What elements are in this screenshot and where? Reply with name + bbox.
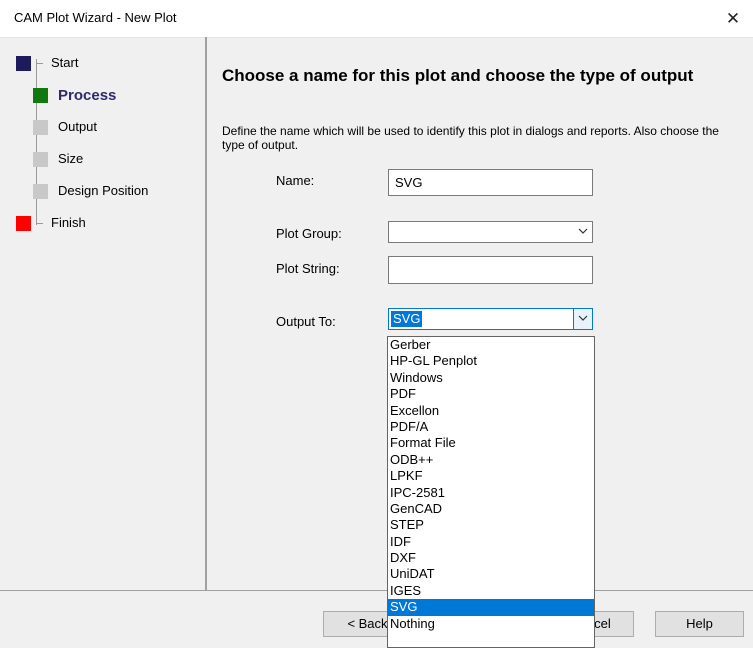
step-marker-size	[33, 152, 48, 167]
output-option[interactable]: IPC-2581	[388, 485, 594, 501]
name-label: Name:	[276, 173, 315, 188]
step-marker-design-position	[33, 184, 48, 199]
output-to-select[interactable]: SVG	[388, 308, 593, 330]
output-option[interactable]: UniDAT	[388, 566, 594, 582]
name-input[interactable]: SVG	[388, 169, 593, 196]
step-label-design-position: Design Position	[58, 183, 149, 198]
output-option[interactable]: Excellon	[388, 403, 594, 419]
output-option[interactable]: SVG	[388, 599, 594, 616]
plot-string-input[interactable]	[388, 256, 593, 284]
page-title: Choose a name for this plot and choose t…	[222, 66, 694, 85]
output-option[interactable]: Windows	[388, 370, 594, 386]
output-option[interactable]: IGES	[388, 583, 594, 599]
title-bar: CAM Plot Wizard - New Plot ✕	[0, 0, 753, 38]
output-to-value: SVG	[391, 311, 423, 327]
step-label-finish: Finish	[51, 215, 86, 230]
output-to-label: Output To:	[276, 314, 336, 329]
step-label-size: Size	[58, 151, 84, 166]
step-label-process: Process	[58, 87, 117, 104]
step-connector	[36, 59, 37, 225]
output-option[interactable]: PDF/A	[388, 419, 594, 435]
step-tick	[36, 63, 43, 64]
output-option[interactable]: STEP	[388, 517, 594, 533]
step-marker-start	[16, 56, 31, 71]
plot-string-label: Plot String:	[276, 261, 340, 276]
step-marker-finish	[16, 216, 31, 231]
close-icon[interactable]: ✕	[713, 0, 753, 37]
step-label-output: Output	[58, 119, 98, 134]
output-option[interactable]: ODB++	[388, 452, 594, 468]
output-option[interactable]: IDF	[388, 534, 594, 550]
output-option[interactable]: GenCAD	[388, 501, 594, 517]
chevron-down-icon[interactable]	[574, 222, 592, 242]
button-bar: < Back Cancel Help	[0, 591, 753, 648]
output-dropdown-list[interactable]: Gerber HP-GL Penplot Windows PDF Excellon PDF…	[387, 336, 595, 648]
output-option[interactable]: DXF	[388, 550, 594, 566]
output-option[interactable]: Format File	[388, 435, 594, 451]
step-marker-output	[33, 120, 48, 135]
step-tick	[36, 223, 43, 224]
output-option[interactable]: Gerber	[388, 337, 594, 353]
plot-group-label: Plot Group:	[276, 226, 342, 241]
chevron-down-icon[interactable]	[573, 309, 592, 329]
output-option[interactable]: Nothing	[388, 616, 594, 632]
window-title: CAM Plot Wizard - New Plot	[14, 10, 177, 25]
help-button[interactable]: Help	[655, 611, 744, 637]
step-marker-process	[33, 88, 48, 103]
step-label-start: Start	[51, 55, 79, 70]
page-description: Define the name which will be used to id…	[222, 124, 719, 152]
plot-group-select[interactable]	[388, 221, 593, 243]
output-option[interactable]: HP-GL Penplot	[388, 353, 594, 369]
output-option[interactable]: PDF	[388, 386, 594, 402]
wizard-steps: Start Process Output Size Design Positio…	[0, 37, 205, 590]
output-option[interactable]: LPKF	[388, 468, 594, 484]
